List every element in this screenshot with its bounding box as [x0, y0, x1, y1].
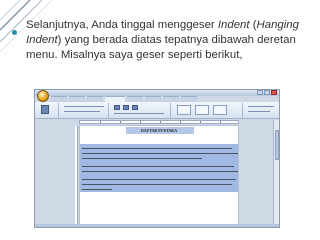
bullet-text-part2: (	[249, 19, 257, 31]
ribbon	[35, 102, 279, 119]
editing-row	[248, 111, 270, 112]
ruler-tick	[160, 121, 161, 123]
paste-icon[interactable]	[41, 105, 49, 114]
font-row	[64, 106, 104, 107]
text-line	[82, 153, 238, 154]
document-heading: DAFTAR PUSTAKA	[140, 128, 178, 133]
text-line	[82, 179, 236, 180]
indent-word: Indent	[217, 19, 250, 31]
selected-paragraphs	[80, 144, 238, 192]
ruler-tick	[140, 121, 141, 123]
bullet-marker	[12, 30, 17, 35]
ruler-tick	[200, 121, 201, 123]
ribbon-group	[245, 103, 277, 118]
horizontal-ruler[interactable]	[79, 120, 239, 124]
align-icon[interactable]	[132, 105, 138, 110]
style-icon[interactable]	[195, 105, 209, 115]
status-bar	[35, 224, 279, 227]
bullet-text: Selanjutnya, Anda tinggal menggeser Inde…	[26, 18, 312, 63]
scroll-thumb[interactable]	[275, 130, 279, 160]
text-line	[82, 171, 238, 172]
bullet-text-part1: Selanjutnya, Anda tinggal menggeser	[26, 19, 218, 31]
ribbon-group	[37, 103, 59, 118]
style-icon[interactable]	[177, 105, 191, 115]
ribbon-group	[173, 103, 243, 118]
document-page[interactable]: DAFTAR PUSTAKA	[79, 125, 239, 227]
text-line	[82, 148, 232, 149]
align-icon[interactable]	[114, 105, 120, 110]
minimize-icon[interactable]	[257, 90, 263, 95]
ruler-tick	[220, 121, 221, 123]
vertical-scrollbar[interactable]	[273, 120, 279, 227]
font-row	[64, 111, 100, 112]
align-icon[interactable]	[123, 105, 129, 110]
vertical-ruler[interactable]	[75, 126, 78, 227]
bullet-text-part3: ) yang berada diatas tepatnya dibawah de…	[26, 34, 296, 61]
window-controls	[257, 90, 277, 96]
text-line	[82, 158, 202, 159]
maximize-icon[interactable]	[264, 90, 270, 95]
word-screenshot: DAFTAR PUSTAKA	[34, 89, 280, 228]
ruler-tick	[180, 121, 181, 123]
ribbon-group	[111, 103, 171, 118]
close-icon[interactable]	[271, 90, 277, 95]
text-line	[82, 184, 232, 185]
editing-row	[248, 106, 274, 107]
office-button[interactable]	[37, 90, 49, 102]
text-line	[82, 166, 234, 167]
ribbon-group	[61, 103, 109, 118]
style-icon[interactable]	[213, 105, 227, 115]
ruler-tick	[100, 121, 101, 123]
ruler-tick	[120, 121, 121, 123]
paragraph-row	[114, 113, 164, 114]
text-line	[82, 189, 112, 190]
